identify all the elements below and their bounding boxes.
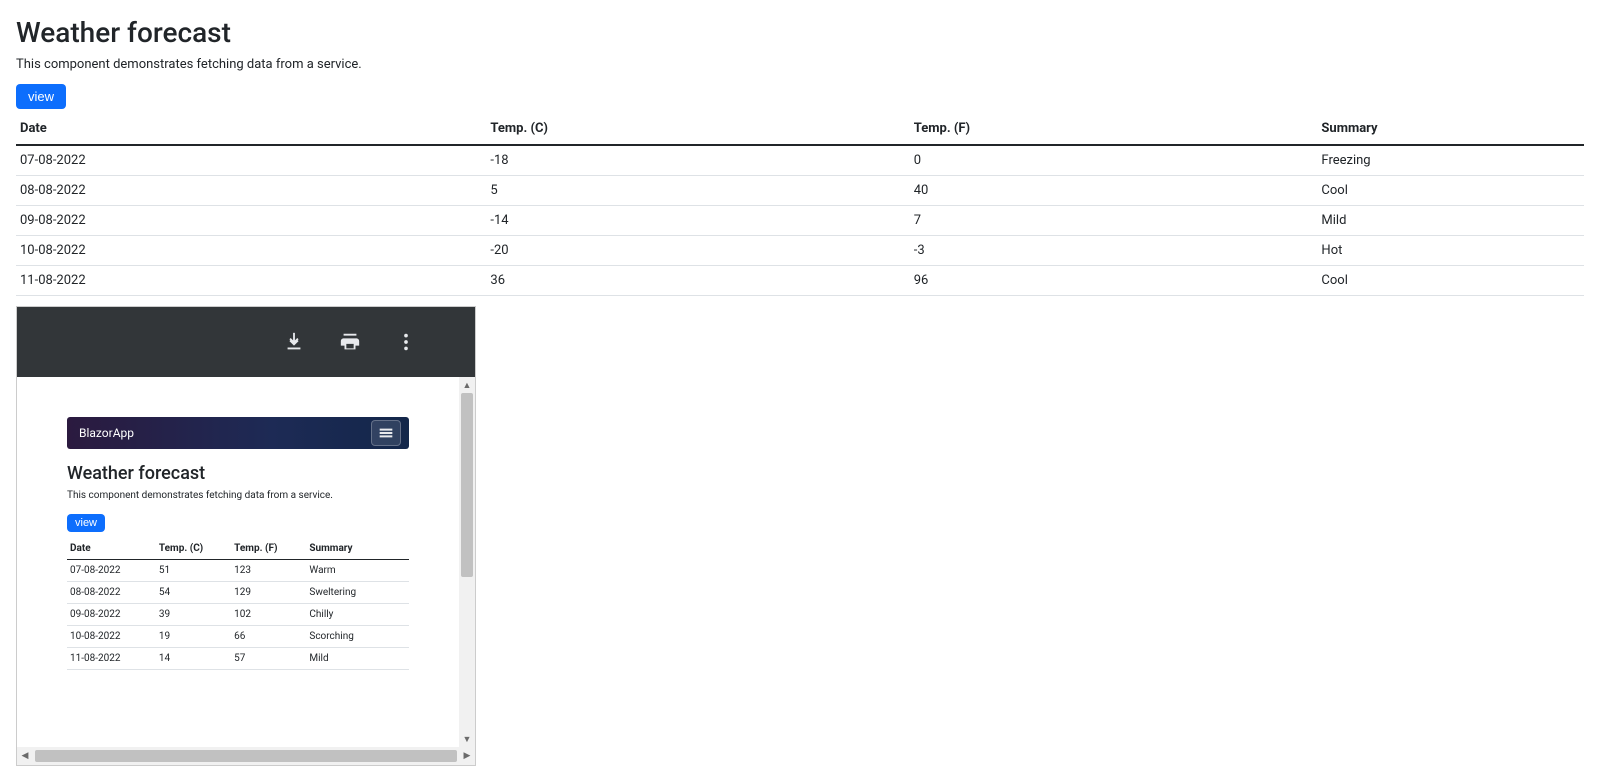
cell-tf: 7 xyxy=(910,206,1318,236)
cell-date: 07-08-2022 xyxy=(67,560,156,582)
cell-date: 08-08-2022 xyxy=(16,176,486,206)
cell-summary: Chilly xyxy=(306,604,409,626)
scroll-right-icon[interactable]: ▶ xyxy=(459,747,475,765)
cell-date: 11-08-2022 xyxy=(16,266,486,296)
cell-summary: Scorching xyxy=(306,626,409,648)
pdf-toolbar xyxy=(17,307,475,377)
th-temp-c: Temp. (C) xyxy=(486,113,909,145)
pdf-title: Weather forecast xyxy=(67,463,409,484)
table-row: 07-08-202251123Warm xyxy=(67,560,409,582)
table-row: 11-08-20221457Mild xyxy=(67,648,409,670)
cell-tc: -20 xyxy=(486,236,909,266)
pdf-subtitle: This component demonstrates fetching dat… xyxy=(67,490,409,501)
cell-summary: Mild xyxy=(306,648,409,670)
cell-date: 10-08-2022 xyxy=(16,236,486,266)
cell-summary: Hot xyxy=(1317,236,1584,266)
cell-summary: Sweltering xyxy=(306,582,409,604)
cell-tf: 40 xyxy=(910,176,1318,206)
cell-tf: 57 xyxy=(231,648,306,670)
cell-date: 11-08-2022 xyxy=(67,648,156,670)
blazor-brand: BlazorApp xyxy=(79,426,134,440)
scroll-left-icon[interactable]: ◀ xyxy=(17,747,33,765)
pdf-viewer: BlazorApp Weather forecast This componen… xyxy=(16,306,476,766)
table-row: 08-08-2022540Cool xyxy=(16,176,1584,206)
forecast-table: Date Temp. (C) Temp. (F) Summary 07-08-2… xyxy=(16,113,1584,296)
print-icon[interactable] xyxy=(339,331,361,353)
cell-tc: 5 xyxy=(486,176,909,206)
scroll-thumb[interactable] xyxy=(35,750,457,762)
table-header-row: Date Temp. (C) Temp. (F) Summary xyxy=(16,113,1584,145)
cell-tf: 66 xyxy=(231,626,306,648)
table-row: 08-08-202254129Sweltering xyxy=(67,582,409,604)
table-row: 09-08-202239102Chilly xyxy=(67,604,409,626)
th-temp-f: Temp. (F) xyxy=(910,113,1318,145)
pdf-vertical-scrollbar[interactable]: ▲ ▼ xyxy=(459,377,475,747)
cell-date: 09-08-2022 xyxy=(67,604,156,626)
table-row: 11-08-20223696Cool xyxy=(16,266,1584,296)
th-summary: Summary xyxy=(306,538,409,560)
table-header-row: Date Temp. (C) Temp. (F) Summary xyxy=(67,538,409,560)
cell-tc: 19 xyxy=(156,626,231,648)
cell-tf: -3 xyxy=(910,236,1318,266)
cell-date: 07-08-2022 xyxy=(16,145,486,176)
cell-summary: Cool xyxy=(1317,266,1584,296)
cell-tf: 129 xyxy=(231,582,306,604)
table-row: 10-08-20221966Scorching xyxy=(67,626,409,648)
blazor-app-bar: BlazorApp xyxy=(67,417,409,449)
hamburger-button[interactable] xyxy=(371,420,401,446)
cell-tc: -18 xyxy=(486,145,909,176)
cell-date: 10-08-2022 xyxy=(67,626,156,648)
scroll-down-icon[interactable]: ▼ xyxy=(459,731,475,747)
th-temp-c: Temp. (C) xyxy=(156,538,231,560)
page-subtitle: This component demonstrates fetching dat… xyxy=(16,57,1584,72)
cell-date: 08-08-2022 xyxy=(67,582,156,604)
cell-summary: Cool xyxy=(1317,176,1584,206)
view-button[interactable]: view xyxy=(16,84,66,109)
pdf-view-button[interactable]: view xyxy=(67,514,105,532)
cell-summary: Freezing xyxy=(1317,145,1584,176)
cell-tf: 96 xyxy=(910,266,1318,296)
pdf-horizontal-scrollbar[interactable]: ◀ ▶ xyxy=(17,747,475,765)
cell-tc: 51 xyxy=(156,560,231,582)
pdf-page: BlazorApp Weather forecast This componen… xyxy=(17,377,459,747)
cell-tc: 39 xyxy=(156,604,231,626)
scroll-thumb[interactable] xyxy=(461,393,473,577)
hamburger-icon xyxy=(378,425,394,441)
cell-tf: 123 xyxy=(231,560,306,582)
page-title: Weather forecast xyxy=(16,16,1584,49)
cell-tc: -14 xyxy=(486,206,909,236)
cell-tc: 54 xyxy=(156,582,231,604)
download-icon[interactable] xyxy=(283,331,305,353)
cell-summary: Mild xyxy=(1317,206,1584,236)
cell-tc: 14 xyxy=(156,648,231,670)
cell-tc: 36 xyxy=(486,266,909,296)
table-row: 07-08-2022-180Freezing xyxy=(16,145,1584,176)
cell-date: 09-08-2022 xyxy=(16,206,486,236)
table-row: 09-08-2022-147Mild xyxy=(16,206,1584,236)
more-icon[interactable] xyxy=(395,331,417,353)
th-temp-f: Temp. (F) xyxy=(231,538,306,560)
table-row: 10-08-2022-20-3Hot xyxy=(16,236,1584,266)
cell-summary: Warm xyxy=(306,560,409,582)
th-date: Date xyxy=(67,538,156,560)
cell-tf: 102 xyxy=(231,604,306,626)
th-summary: Summary xyxy=(1317,113,1584,145)
th-date: Date xyxy=(16,113,486,145)
cell-tf: 0 xyxy=(910,145,1318,176)
scroll-up-icon[interactable]: ▲ xyxy=(459,377,475,393)
pdf-forecast-table: Date Temp. (C) Temp. (F) Summary 07-08-2… xyxy=(67,538,409,670)
